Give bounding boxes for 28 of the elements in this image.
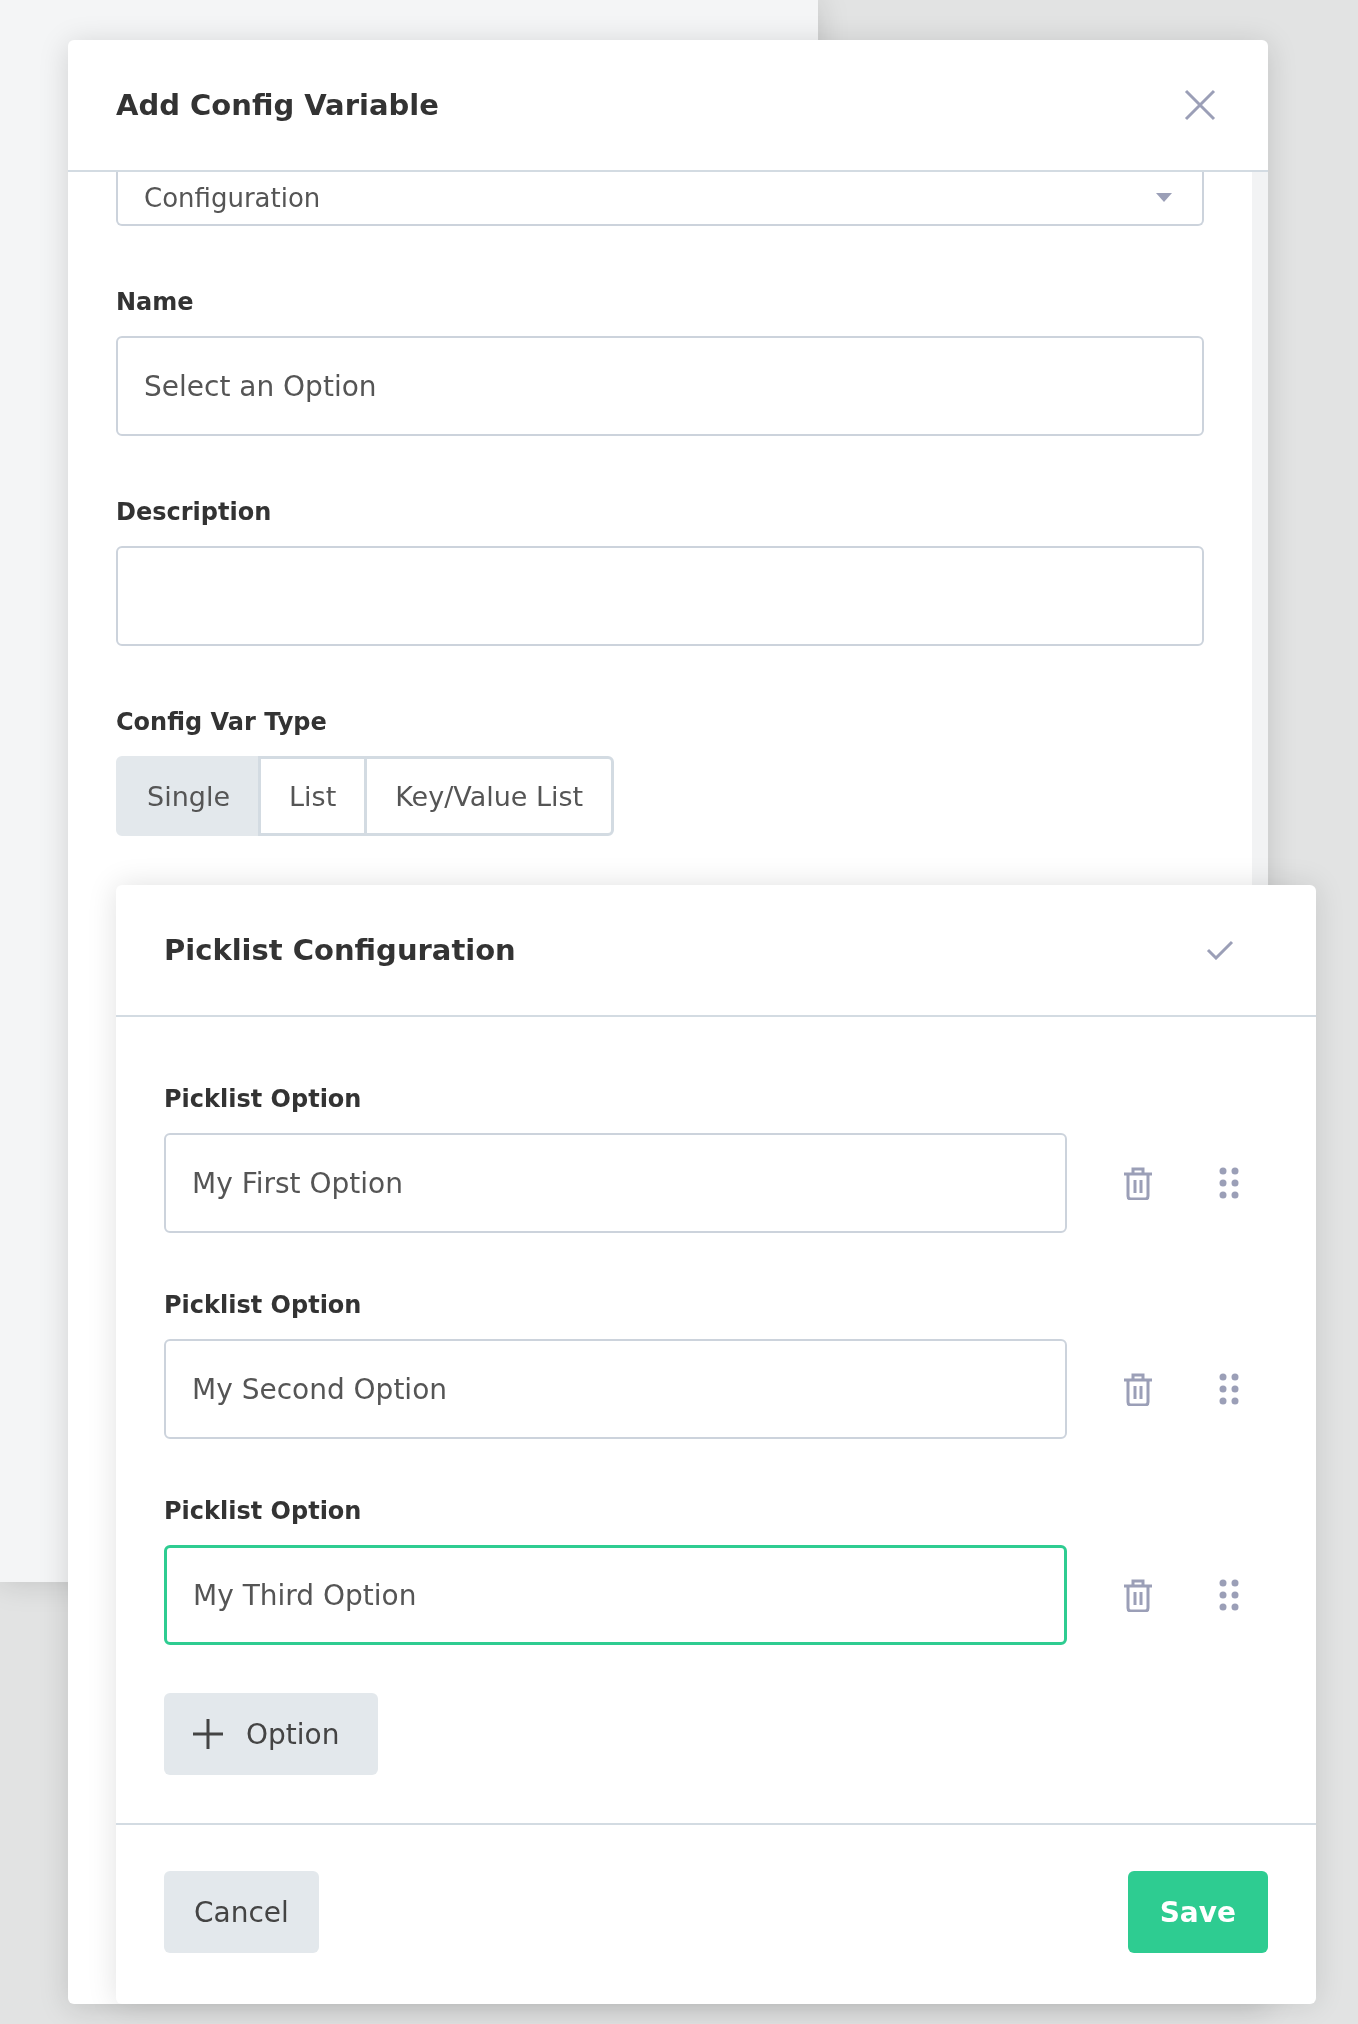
check-icon[interactable]: [1206, 940, 1234, 960]
picklist-title: Picklist Configuration: [164, 933, 516, 967]
option-field[interactable]: My First Option: [164, 1133, 1067, 1233]
option-field[interactable]: My Third Option: [164, 1545, 1067, 1645]
field-label: Name: [116, 288, 195, 316]
option-label: Picklist Option: [164, 1085, 363, 1113]
option-label: Picklist Option: [164, 1497, 363, 1525]
trash-icon[interactable]: [1123, 1166, 1153, 1200]
type-option-tab[interactable]: Key/Value List: [364, 756, 615, 836]
close-icon[interactable]: [1184, 89, 1216, 121]
drag-handle-icon[interactable]: [1219, 1373, 1239, 1405]
trash-icon[interactable]: [1123, 1372, 1153, 1406]
description-field[interactable]: [116, 546, 1204, 646]
caret-icon: [1156, 193, 1172, 203]
modal-title: Add Config Variable: [116, 88, 439, 122]
plus-icon: [192, 1718, 224, 1750]
name-field[interactable]: Select an Option: [116, 336, 1204, 436]
trash-icon[interactable]: [1123, 1578, 1153, 1612]
type-select[interactable]: Configuration: [116, 172, 1204, 226]
drag-handle-icon[interactable]: [1219, 1579, 1239, 1611]
field-label: Description: [116, 498, 273, 526]
drag-handle-icon[interactable]: [1219, 1167, 1239, 1199]
option-label: Picklist Option: [164, 1291, 363, 1319]
field-label: Config Var Type: [116, 708, 328, 736]
add-option-button[interactable]: Option: [164, 1693, 378, 1775]
option-field[interactable]: My Second Option: [164, 1339, 1067, 1439]
type-option-tab[interactable]: Single: [116, 756, 261, 836]
cancel-button[interactable]: Cancel: [164, 1871, 319, 1953]
